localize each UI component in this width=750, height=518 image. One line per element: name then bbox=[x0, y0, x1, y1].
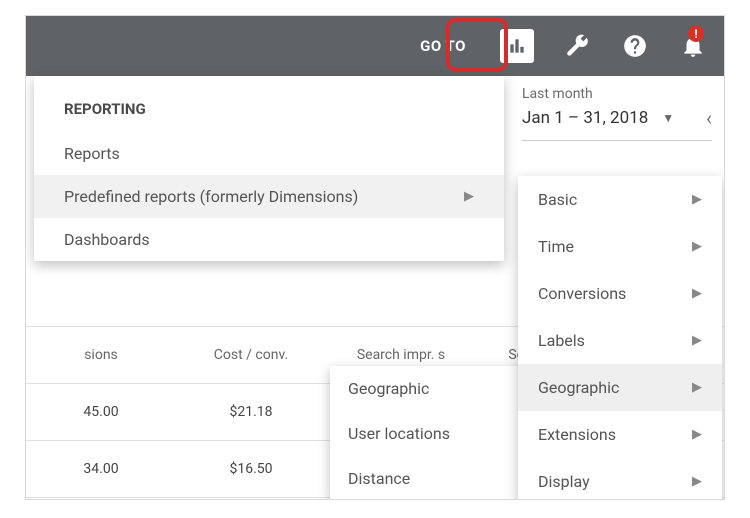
chevron-right-icon: ▶ bbox=[692, 286, 702, 301]
chevron-right-icon: ▶ bbox=[692, 474, 702, 489]
geo-item-user-locations[interactable]: User locations bbox=[330, 411, 530, 456]
tools-button[interactable] bbox=[562, 31, 592, 61]
table-cell: $16.50 bbox=[176, 461, 326, 477]
submenu-item-time[interactable]: Time ▶ bbox=[518, 223, 722, 270]
submenu-item-geographic[interactable]: Geographic ▶ bbox=[518, 364, 722, 411]
chevron-right-icon: ▶ bbox=[692, 192, 702, 207]
date-preset-label: Last month bbox=[522, 86, 712, 102]
bar-chart-icon bbox=[507, 36, 527, 56]
geo-item-geographic[interactable]: Geographic bbox=[330, 366, 530, 411]
menu-item-label: Geographic bbox=[538, 378, 619, 397]
menu-item-label: Predefined reports (formerly Dimensions) bbox=[64, 187, 358, 206]
reporting-menu: REPORTING Reports Predefined reports (fo… bbox=[34, 76, 504, 261]
menu-item-label: Basic bbox=[538, 190, 577, 209]
menu-item-label: Reports bbox=[64, 144, 120, 163]
menu-item-label: Labels bbox=[538, 331, 585, 350]
menu-item-label: Time bbox=[538, 237, 574, 256]
table-cell: $21.18 bbox=[176, 404, 326, 420]
reports-icon-button[interactable] bbox=[500, 29, 534, 63]
menu-item-label: Distance bbox=[348, 469, 410, 488]
reporting-title: REPORTING bbox=[34, 76, 504, 132]
dropdown-icon: ▼ bbox=[662, 111, 674, 125]
submenu-item-basic[interactable]: Basic ▶ bbox=[518, 176, 722, 223]
date-range-picker[interactable]: Last month Jan 1 – 31, 2018 ▼ ‹ bbox=[522, 86, 712, 141]
submenu-item-conversions[interactable]: Conversions ▶ bbox=[518, 270, 722, 317]
notification-badge: ! bbox=[688, 26, 704, 42]
chevron-right-icon: ▶ bbox=[692, 427, 702, 442]
menu-item-label: User locations bbox=[348, 424, 450, 443]
help-button[interactable] bbox=[620, 31, 650, 61]
chevron-right-icon: ▶ bbox=[464, 189, 474, 204]
menu-item-reports[interactable]: Reports bbox=[34, 132, 504, 175]
wrench-icon bbox=[564, 33, 590, 59]
col-header[interactable]: Search impr. s bbox=[326, 347, 476, 363]
chevron-right-icon: ▶ bbox=[692, 380, 702, 395]
chevron-left-icon[interactable]: ‹ bbox=[706, 106, 712, 130]
submenu-item-display[interactable]: Display ▶ bbox=[518, 458, 722, 500]
goto-button[interactable]: GO TO bbox=[414, 37, 472, 55]
menu-item-dashboards[interactable]: Dashboards bbox=[34, 218, 504, 261]
menu-item-label: Dashboards bbox=[64, 230, 150, 249]
divider bbox=[522, 140, 712, 141]
top-toolbar: GO TO bbox=[26, 16, 724, 76]
help-icon bbox=[622, 33, 648, 59]
col-header[interactable]: sions bbox=[26, 347, 176, 363]
submenu-item-extensions[interactable]: Extensions ▶ bbox=[518, 411, 722, 458]
chevron-right-icon: ▶ bbox=[692, 239, 702, 254]
app-window: sions Cost / conv. Search impr. s Search… bbox=[25, 15, 725, 500]
table-cell: 45.00 bbox=[26, 404, 176, 420]
geo-item-distance[interactable]: Distance bbox=[330, 456, 530, 500]
menu-item-label: Display bbox=[538, 472, 590, 491]
predefined-submenu: Basic ▶ Time ▶ Conversions ▶ Labels ▶ Geogra… bbox=[518, 176, 722, 500]
date-range-text: Jan 1 – 31, 2018 bbox=[522, 108, 648, 128]
table-cell: 34.00 bbox=[26, 461, 176, 477]
geographic-submenu: Geographic User locations Distance bbox=[330, 366, 530, 500]
chevron-right-icon: ▶ bbox=[692, 333, 702, 348]
menu-item-label: Conversions bbox=[538, 284, 626, 303]
menu-item-label: Extensions bbox=[538, 425, 616, 444]
submenu-item-labels[interactable]: Labels ▶ bbox=[518, 317, 722, 364]
col-header[interactable]: Cost / conv. bbox=[176, 347, 326, 363]
menu-item-predefined-reports[interactable]: Predefined reports (formerly Dimensions)… bbox=[34, 175, 504, 218]
menu-item-label: Geographic bbox=[348, 379, 429, 398]
